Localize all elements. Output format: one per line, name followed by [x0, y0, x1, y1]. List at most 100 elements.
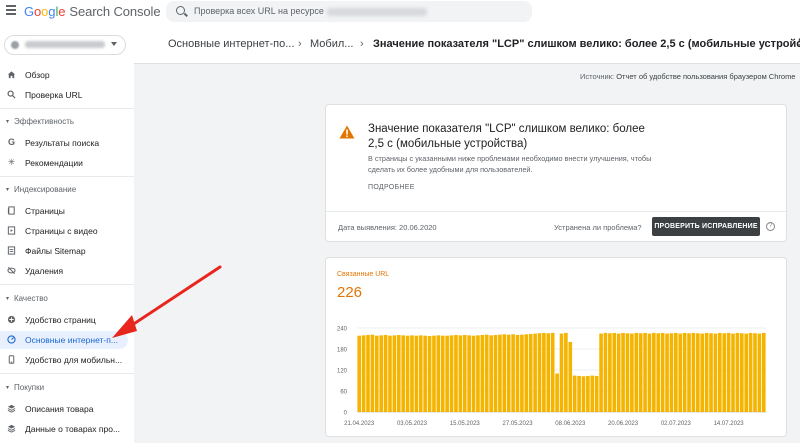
chart-bar[interactable] [726, 332, 731, 412]
sidebar-item-pages[interactable]: Страницы [0, 202, 128, 220]
chart-bar[interactable] [445, 335, 449, 412]
help-icon[interactable]: ? [766, 222, 775, 231]
chart-bar[interactable] [480, 335, 485, 412]
chart-bar[interactable] [546, 333, 551, 412]
chart-bar[interactable] [599, 333, 603, 412]
chart-bar[interactable] [423, 335, 427, 412]
chart-bar[interactable] [748, 332, 753, 412]
url-inspection-search[interactable]: Проверка всех URL на ресурсе [166, 1, 532, 22]
chart-bar[interactable] [388, 335, 392, 412]
chart-bar[interactable] [436, 335, 441, 412]
chart-bar[interactable] [753, 333, 757, 412]
chart-bar[interactable] [383, 335, 388, 412]
chart-bar[interactable] [616, 333, 621, 412]
chart-bar[interactable] [744, 333, 749, 412]
chart-bar[interactable] [652, 332, 656, 412]
sidebar-item-removals[interactable]: Удаления [0, 262, 128, 280]
chart-bar[interactable] [467, 335, 471, 412]
chart-bar[interactable] [520, 334, 524, 412]
chart-bar[interactable] [603, 332, 608, 412]
search-input[interactable]: Проверка всех URL на ресурсе [194, 6, 427, 16]
chart-bar[interactable] [410, 335, 414, 412]
chart-bar[interactable] [458, 335, 463, 412]
chart-bar[interactable] [687, 333, 691, 412]
chart-bar[interactable] [700, 333, 705, 412]
chart-bar[interactable] [625, 333, 630, 412]
chart-bar[interactable] [506, 334, 511, 412]
chart-bar[interactable] [533, 333, 537, 412]
sidebar-item-video-pages[interactable]: Страницы с видео [0, 222, 128, 240]
chart-bar[interactable] [696, 333, 700, 412]
chart-bar[interactable] [713, 333, 718, 412]
chart-bar[interactable] [449, 335, 454, 412]
chart-bar[interactable] [621, 332, 625, 412]
chart-bar[interactable] [718, 332, 722, 412]
sidebar-item-product-snippets[interactable]: Описания товара [0, 400, 128, 418]
sidebar-item-page-experience[interactable]: Удобство страниц [0, 311, 128, 329]
chart-bar[interactable] [643, 332, 647, 412]
chart-bar[interactable] [581, 376, 586, 412]
chart-bar[interactable] [682, 332, 687, 412]
chart-bar[interactable] [511, 334, 515, 412]
sidebar-item-overview[interactable]: Обзор [0, 66, 128, 84]
chart-bar[interactable] [757, 333, 762, 412]
chart-bar[interactable] [678, 333, 683, 412]
chart-bar[interactable] [731, 333, 735, 412]
chart-bar[interactable] [735, 332, 740, 412]
chart-bar[interactable] [660, 332, 665, 412]
chart-bar[interactable] [762, 332, 766, 412]
chart-bar[interactable] [647, 333, 652, 412]
breadcrumb-link[interactable]: Мобил... [310, 38, 353, 50]
chart-bar[interactable] [357, 335, 362, 412]
chart-bar[interactable] [722, 333, 727, 412]
chart-bar[interactable] [361, 335, 366, 412]
chart-bar[interactable] [405, 335, 410, 412]
chart-bar[interactable] [586, 375, 590, 412]
chart-bar[interactable] [550, 332, 555, 412]
sidebar-item-core-web-vitals[interactable]: Основные интернет-п... [0, 331, 128, 349]
chart-bar[interactable] [740, 333, 744, 412]
learn-more-link[interactable]: ПОДРОБНЕЕ [368, 184, 415, 191]
chart-bar[interactable] [502, 334, 507, 412]
chart-bar[interactable] [634, 332, 639, 412]
chart-bar[interactable] [555, 373, 559, 413]
sidebar-item-sitemaps[interactable]: Файлы Sitemap [0, 242, 128, 260]
sidebar-section-indexing[interactable]: ▾ Индексирование [0, 183, 130, 197]
sidebar-section-shopping[interactable]: ▾ Покупки [0, 381, 130, 395]
chart-bar[interactable] [379, 335, 383, 412]
chart-bar[interactable] [454, 335, 458, 412]
chart-bar[interactable] [471, 335, 476, 412]
chart-bar[interactable] [594, 375, 599, 412]
chart-bar[interactable] [476, 335, 480, 412]
chart-bar[interactable] [462, 335, 467, 412]
chart-bar[interactable] [674, 332, 678, 412]
chart-bar[interactable] [370, 334, 375, 412]
chart-bar[interactable] [590, 375, 595, 412]
chart-bar[interactable] [656, 333, 661, 412]
sidebar-item-merchant-listings[interactable]: Данные о товарах про... [0, 420, 128, 438]
chart-bar[interactable] [665, 333, 669, 412]
chart-bar[interactable] [542, 332, 546, 412]
chart-bar[interactable] [396, 335, 401, 412]
chart-bar[interactable] [608, 333, 612, 412]
sidebar-item-search-results[interactable]: G Результаты поиска [0, 134, 128, 152]
chart-bar[interactable] [537, 333, 542, 412]
chart-bar[interactable] [515, 335, 520, 412]
chart-bar[interactable] [572, 375, 577, 412]
property-selector[interactable] [4, 35, 126, 55]
sidebar-item-recommendations[interactable]: ✳ Рекомендации [0, 154, 128, 172]
chart-bar[interactable] [528, 333, 533, 412]
chart-bar[interactable] [493, 335, 498, 412]
chart-bar[interactable] [401, 335, 405, 412]
chart-bar[interactable] [577, 375, 581, 412]
chart-bar[interactable] [418, 335, 423, 412]
chart-bar[interactable] [524, 334, 529, 412]
chart-bar[interactable] [691, 332, 696, 412]
sidebar-section-experience[interactable]: ▾ Качество [0, 292, 130, 306]
chart-bar[interactable] [638, 333, 643, 412]
chart-bar[interactable] [709, 333, 713, 412]
chart-bar[interactable] [432, 335, 436, 412]
hamburger-menu-icon[interactable] [6, 5, 16, 15]
chart-bar[interactable] [669, 333, 674, 412]
chart-bar[interactable] [440, 335, 445, 412]
